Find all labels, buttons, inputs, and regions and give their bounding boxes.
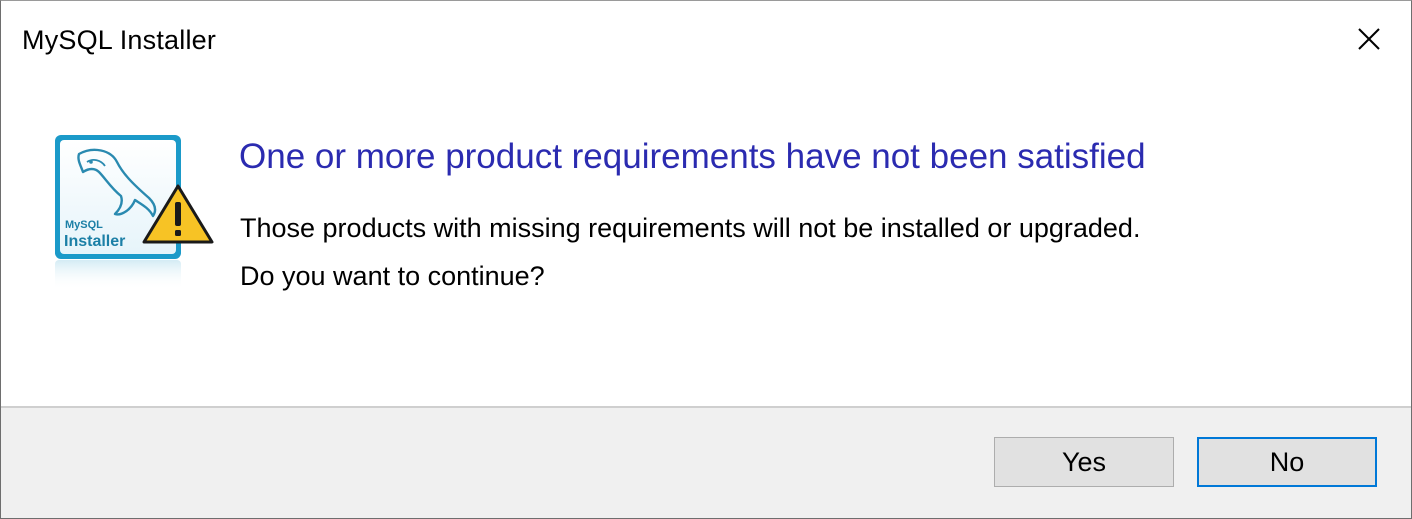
no-button[interactable]: No — [1197, 437, 1377, 487]
dialog-heading: One or more product requirements have no… — [239, 137, 1146, 176]
dialog-message: Those products with missing requirements… — [240, 213, 1141, 243]
dialog-content: MySQL Installer One or more product requ… — [1, 81, 1411, 406]
close-button[interactable] — [1327, 1, 1411, 77]
logo-text-mysql: MySQL — [65, 219, 103, 231]
dialog-window: MySQL Installer MySQL Installer One or m… — [0, 0, 1412, 519]
mysql-installer-warning-icon: MySQL Installer — [55, 135, 214, 290]
yes-button[interactable]: Yes — [994, 437, 1174, 487]
logo-text-installer: Installer — [64, 233, 125, 250]
title-bar: MySQL Installer — [1, 1, 1411, 81]
window-title: MySQL Installer — [22, 25, 217, 55]
dialog-question: Do you want to continue? — [240, 261, 545, 291]
dialog-footer: Yes No — [1, 406, 1411, 518]
close-icon — [1358, 28, 1380, 50]
